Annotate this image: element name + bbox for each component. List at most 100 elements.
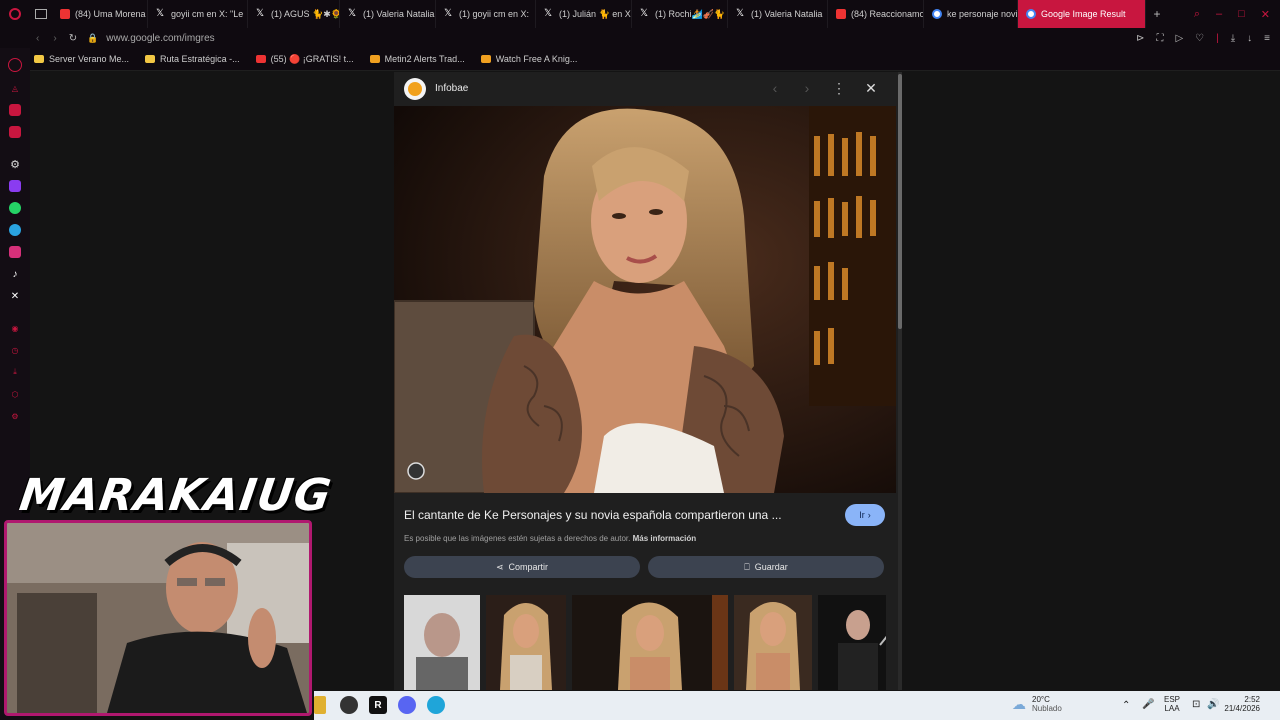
tab-bar: (84) Uma Morena 𝕏goyii cm en X: "Le 𝕏 (1) A… xyxy=(0,0,1280,28)
sidebar-messenger-icon[interactable] xyxy=(9,104,21,116)
bookmark-item[interactable]: Metin2 Alerts Trad... xyxy=(362,54,473,65)
bookmark-label: Metin2 Alerts Trad... xyxy=(384,54,465,64)
youtube-icon xyxy=(836,9,846,19)
tab[interactable]: 𝕏goyii cm en X: "Le xyxy=(148,0,248,28)
weather-widget[interactable]: ☁ 20°C Nublado xyxy=(1012,695,1062,713)
download-icon[interactable]: ↓ xyxy=(1247,33,1252,44)
more-info-link[interactable]: Más información xyxy=(633,534,697,543)
related-image[interactable] xyxy=(818,595,886,690)
tab-label: (1) Rochi🏄🎻🐈 xyxy=(655,8,726,19)
maximize-icon[interactable]: □ xyxy=(1238,8,1245,20)
sidebar-history-icon[interactable]: ◷ xyxy=(9,344,21,356)
reload-icon[interactable]: ↻ xyxy=(69,33,77,44)
x-icon: 𝕏 xyxy=(156,8,165,19)
previous-icon[interactable]: ‹ xyxy=(767,80,783,96)
sidebar-extensions-icon[interactable]: ⬡ xyxy=(9,388,21,400)
workspaces-icon[interactable] xyxy=(30,0,52,28)
bookmark-item[interactable]: Watch Free A Knig... xyxy=(473,54,586,65)
clock[interactable]: 2:52 21/4/2026 xyxy=(1224,695,1260,713)
sidebar-music-icon[interactable] xyxy=(9,126,21,138)
pin-icon[interactable]: ⊳ xyxy=(1136,33,1144,44)
show-hidden-icons[interactable]: ⌃ xyxy=(1122,700,1130,711)
sidebar-twitch-icon[interactable] xyxy=(9,180,21,192)
close-window-icon[interactable]: ✕ xyxy=(1261,8,1270,21)
related-image[interactable] xyxy=(572,595,728,690)
taskbar-edge-icon[interactable] xyxy=(427,696,445,714)
sidebar-instagram-icon[interactable] xyxy=(9,246,21,258)
visit-button[interactable]: Ir › xyxy=(845,504,885,526)
forward-icon[interactable]: › xyxy=(53,33,56,44)
language-code: ESP xyxy=(1164,695,1181,704)
volume-icon[interactable]: 🔊 xyxy=(1207,699,1219,710)
tab[interactable]: 𝕏 (1) AGUS 🐈✱🌻 xyxy=(248,0,340,28)
url-field[interactable]: www.google.com/imgres xyxy=(106,33,214,44)
sidebar-tiktok-icon[interactable]: ♪ xyxy=(9,268,21,280)
tab[interactable]: Google Image Result xyxy=(1018,0,1146,28)
next-icon[interactable]: › xyxy=(799,80,815,96)
taskbar-folder-icon[interactable] xyxy=(314,696,326,714)
tab[interactable]: (84) Uma Morena xyxy=(52,0,148,28)
watch-icon xyxy=(480,55,491,63)
language-layout: LAA xyxy=(1164,704,1180,713)
youtube-icon xyxy=(255,55,266,63)
weather-desc: Nublado xyxy=(1032,704,1062,713)
sidebar-chatgpt-icon[interactable]: ⚙ xyxy=(9,158,21,171)
more-options-icon[interactable]: ⋮ xyxy=(831,80,847,96)
source-name[interactable]: Infobae xyxy=(435,83,468,94)
sidebar-downloads-icon[interactable]: ⤓ xyxy=(9,366,21,378)
tab-label: Google Image Result xyxy=(1041,9,1126,19)
related-image[interactable] xyxy=(734,595,812,690)
taskbar-r-app-icon[interactable]: R xyxy=(369,696,387,714)
new-tab-button[interactable]: + xyxy=(1150,7,1164,21)
tab[interactable]: (84) Reaccionamo xyxy=(828,0,924,28)
webcam-feed xyxy=(4,520,312,716)
sidebar-settings-icon[interactable]: ⚙ xyxy=(9,410,21,422)
scrollbar-thumb[interactable] xyxy=(898,74,902,329)
taskbar-obs-icon[interactable] xyxy=(340,696,358,714)
tab[interactable]: 𝕏 (1) goyii cm en X: xyxy=(436,0,536,28)
sidebar-speed-dial-icon[interactable] xyxy=(8,58,22,72)
related-image[interactable] xyxy=(486,595,566,690)
bookmark-item[interactable]: (55) 🔴 ¡GRATIS! t... xyxy=(248,54,362,65)
snapshot-icon[interactable]: ⛶ xyxy=(1156,33,1163,44)
save-button[interactable]: ⎕ Guardar xyxy=(648,556,884,578)
google-icon xyxy=(1026,9,1036,19)
chevron-right-icon: › xyxy=(867,510,871,520)
tab[interactable]: ke personaje novi xyxy=(924,0,1018,28)
source-logo[interactable] xyxy=(404,78,426,100)
sidebar-aria-icon[interactable]: ◬ xyxy=(9,82,21,94)
search-tabs-icon[interactable]: ⌕ xyxy=(1194,8,1200,21)
bookmark-label: Ruta Estratégica -... xyxy=(160,54,240,64)
tab[interactable]: 𝕏 (1) Rochi🏄🎻🐈 xyxy=(632,0,728,28)
language-indicator[interactable]: ESP LAA xyxy=(1164,695,1180,713)
taskbar-discord-icon[interactable] xyxy=(398,696,416,714)
bookmarks-bar: Server Verano Me... Ruta Estratégica -...… xyxy=(0,48,1280,71)
sidebar-telegram-icon[interactable] xyxy=(9,224,21,236)
tab[interactable]: 𝕏 (1) Julián 🐈 en X xyxy=(536,0,632,28)
tab-label: (84) Uma Morena xyxy=(75,9,146,19)
main-image[interactable] xyxy=(394,106,896,493)
minimize-icon[interactable]: – xyxy=(1216,8,1222,20)
close-icon[interactable]: ✕ xyxy=(863,80,879,96)
tab[interactable]: 𝕏 (1) Valeria Natalia xyxy=(340,0,436,28)
player-icon[interactable]: ▷ xyxy=(1175,33,1183,44)
image-caption[interactable]: El cantante de Ke Personajes y su novia … xyxy=(404,508,782,522)
menu-icon[interactable]: ≡ xyxy=(1264,33,1270,44)
microphone-icon[interactable]: 🎤 xyxy=(1142,699,1154,710)
sidebar-x-icon[interactable]: ✕ xyxy=(9,290,21,302)
image-detail-panel: Infobae ‹ › ⋮ ✕ El cantante de Ke Person… xyxy=(394,72,902,690)
tab[interactable]: 𝕏 (1) Valeria Natalia xyxy=(728,0,828,28)
youtube-icon xyxy=(60,9,70,19)
bookmark-item[interactable]: Server Verano Me... xyxy=(26,54,137,65)
download-tray-icon[interactable]: ⤓ xyxy=(1231,33,1235,44)
bookmark-item[interactable]: Ruta Estratégica -... xyxy=(137,54,248,65)
network-icon[interactable]: ⊡ xyxy=(1192,699,1200,710)
sidebar-player-icon[interactable]: ◉ xyxy=(9,322,21,334)
tab-label: (1) Julián 🐈 en X xyxy=(559,8,631,19)
sidebar-whatsapp-icon[interactable] xyxy=(9,202,21,214)
browser-menu-icon[interactable] xyxy=(0,0,30,28)
related-image[interactable] xyxy=(404,595,480,690)
back-icon[interactable]: ‹ xyxy=(36,33,39,44)
share-button[interactable]: ⋖ Compartir xyxy=(404,556,640,578)
heart-icon[interactable]: ♡ xyxy=(1195,33,1204,44)
